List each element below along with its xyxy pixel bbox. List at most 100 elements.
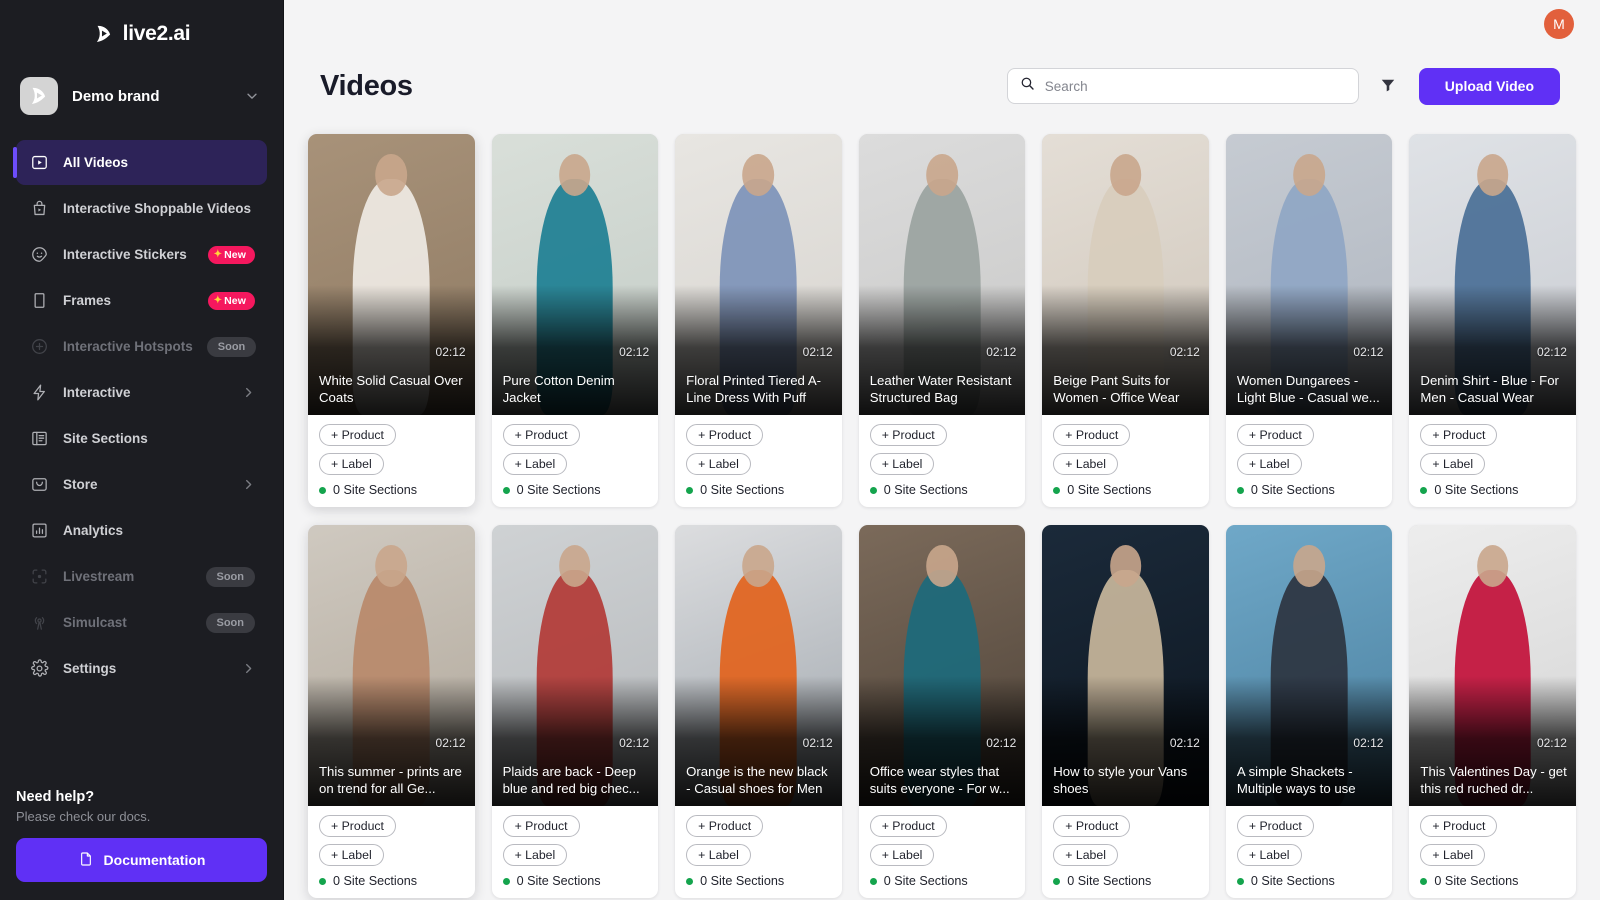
video-card[interactable]: 02:12Denim Shirt - Blue - For Men - Casu… [1409,134,1576,507]
video-card[interactable]: 02:12A simple Shackets - Multiple ways t… [1226,525,1393,898]
video-thumbnail[interactable]: 02:12Office wear styles that suits every… [859,525,1026,806]
sidebar-item-settings[interactable]: Settings [16,646,267,691]
site-sections-label: 0 Site Sections [1251,874,1335,888]
add-label-button[interactable]: + Label [1237,453,1302,475]
site-sections-label: 0 Site Sections [517,483,601,497]
video-title: Leather Water Resistant Structured Bag [870,372,1017,407]
add-product-button[interactable]: + Product [319,815,396,837]
video-thumbnail[interactable]: 02:12Leather Water Resistant Structured … [859,134,1026,415]
add-product-button[interactable]: + Product [503,815,580,837]
sidebar-item-label: Store [63,477,228,492]
video-thumbnail[interactable]: 02:12Floral Printed Tiered A-Line Dress … [675,134,842,415]
add-product-button[interactable]: + Product [1053,815,1130,837]
video-thumbnail[interactable]: 02:12Orange is the new black - Casual sh… [675,525,842,806]
video-card[interactable]: 02:12Leather Water Resistant Structured … [859,134,1026,507]
sidebar-item-label: Frames [63,293,194,308]
add-label-button[interactable]: + Label [1420,844,1485,866]
add-product-button[interactable]: + Product [503,424,580,446]
add-label-button[interactable]: + Label [503,844,568,866]
documentation-button[interactable]: Documentation [16,838,267,882]
search-box[interactable] [1007,68,1359,104]
add-label-button[interactable]: + Label [1053,844,1118,866]
add-product-button[interactable]: + Product [1053,424,1130,446]
brand-selector[interactable]: Demo brand [16,70,267,122]
video-title: White Solid Casual Over Coats [319,372,466,407]
add-product-button[interactable]: + Product [686,424,763,446]
video-duration: 02:12 [619,345,649,359]
video-thumbnail[interactable]: 02:12This Valentines Day - get this red … [1409,525,1576,806]
video-thumbnail[interactable]: 02:12White Solid Casual Over Coats [308,134,475,415]
video-card[interactable]: 02:12How to style your Vans shoes + Produ… [1042,525,1209,898]
video-card[interactable]: 02:12Orange is the new black - Casual sh… [675,525,842,898]
sidebar-item-site-sections[interactable]: Site Sections [16,416,267,461]
video-thumbnail[interactable]: 02:12Women Dungarees - Light Blue - Casu… [1226,134,1393,415]
site-sections-status: 0 Site Sections [1420,874,1565,888]
video-card[interactable]: 02:12Office wear styles that suits every… [859,525,1026,898]
status-dot-icon [503,487,510,494]
video-card[interactable]: 02:12This summer - prints are on trend f… [308,525,475,898]
add-product-button[interactable]: + Product [1420,815,1497,837]
video-thumbnail[interactable]: 02:12Beige Pant Suits for Women - Office… [1042,134,1209,415]
video-title: Orange is the new black - Casual shoes f… [686,763,833,798]
video-thumbnail[interactable]: 02:12Pure Cotton Denim Jacket [492,134,659,415]
add-product-button[interactable]: + Product [1237,815,1314,837]
video-card[interactable]: 02:12Plaids are back - Deep blue and red… [492,525,659,898]
add-label-button[interactable]: + Label [319,453,384,475]
videos-scroll-area[interactable]: 02:12White Solid Casual Over Coats+ Prod… [284,120,1600,900]
site-sections-status: 0 Site Sections [1053,483,1198,497]
video-card[interactable]: 02:12Beige Pant Suits for Women - Office… [1042,134,1209,507]
site-sections-label: 0 Site Sections [700,483,784,497]
video-thumbnail[interactable]: 02:12This summer - prints are on trend f… [308,525,475,806]
documentation-button-label: Documentation [104,852,206,868]
sidebar-item-analytics[interactable]: Analytics [16,508,267,553]
site-sections-status: 0 Site Sections [1420,483,1565,497]
video-thumbnail[interactable]: 02:12Denim Shirt - Blue - For Men - Casu… [1409,134,1576,415]
video-card[interactable]: 02:12Women Dungarees - Light Blue - Casu… [1226,134,1393,507]
sidebar-item-interactive-stickers[interactable]: Interactive Stickers✦New [16,232,267,277]
sidebar-item-interactive[interactable]: Interactive [16,370,267,415]
add-label-button[interactable]: + Label [503,453,568,475]
sidebar-item-simulcast[interactable]: SimulcastSoon [16,600,267,645]
add-label-button[interactable]: + Label [870,844,935,866]
add-product-button[interactable]: + Product [1237,424,1314,446]
add-label-button[interactable]: + Label [1420,453,1485,475]
sidebar-nav: All VideosInteractive Shoppable VideosIn… [0,140,283,789]
sidebar-item-all-videos[interactable]: All Videos [16,140,267,185]
search-input[interactable] [1045,79,1346,94]
video-card[interactable]: 02:12Pure Cotton Denim Jacket + Product + … [492,134,659,507]
add-product-button[interactable]: + Product [870,815,947,837]
video-thumbnail[interactable]: 02:12Plaids are back - Deep blue and red… [492,525,659,806]
sidebar-item-interactive-shoppable-videos[interactable]: Interactive Shoppable Videos [16,186,267,231]
sidebar-item-store[interactable]: Store [16,462,267,507]
add-label-button[interactable]: + Label [686,844,751,866]
video-card-body: + Product + Label 0 Site Sections [675,415,842,507]
filter-button[interactable] [1371,69,1405,103]
add-label-button[interactable]: + Label [1053,453,1118,475]
add-label-button[interactable]: + Label [1237,844,1302,866]
new-badge-label: New [224,249,246,261]
add-label-button[interactable]: + Label [686,453,751,475]
sidebar-item-frames[interactable]: Frames ✦New [16,278,267,323]
add-label-button[interactable]: + Label [319,844,384,866]
add-product-button[interactable]: + Product [319,424,396,446]
video-thumbnail[interactable]: 02:12How to style your Vans shoes [1042,525,1209,806]
video-card[interactable]: 02:12White Solid Casual Over Coats + Prod… [308,134,475,507]
video-duration: 02:12 [1537,736,1567,750]
video-thumbnail[interactable]: 02:12A simple Shackets - Multiple ways t… [1226,525,1393,806]
add-product-button[interactable]: + Product [1420,424,1497,446]
site-sections-status: 0 Site Sections [503,874,648,888]
status-dot-icon [1053,487,1060,494]
avatar[interactable]: M [1544,9,1574,39]
add-product-button[interactable]: + Product [870,424,947,446]
status-dot-icon [686,878,693,885]
add-product-button[interactable]: + Product [686,815,763,837]
video-duration: 02:12 [619,736,649,750]
sidebar-item-livestream[interactable]: LivestreamSoon [16,554,267,599]
video-card[interactable]: 02:12This Valentines Day - get this red … [1409,525,1576,898]
video-card-body: + Product + Label 0 Site Sections [492,806,659,898]
upload-video-button[interactable]: Upload Video [1419,68,1560,105]
new-badge: ✦New [208,292,255,310]
video-card[interactable]: 02:12Floral Printed Tiered A-Line Dress … [675,134,842,507]
add-label-button[interactable]: + Label [870,453,935,475]
sidebar-item-interactive-hotspots[interactable]: Interactive HotspotsSoon [16,324,267,369]
